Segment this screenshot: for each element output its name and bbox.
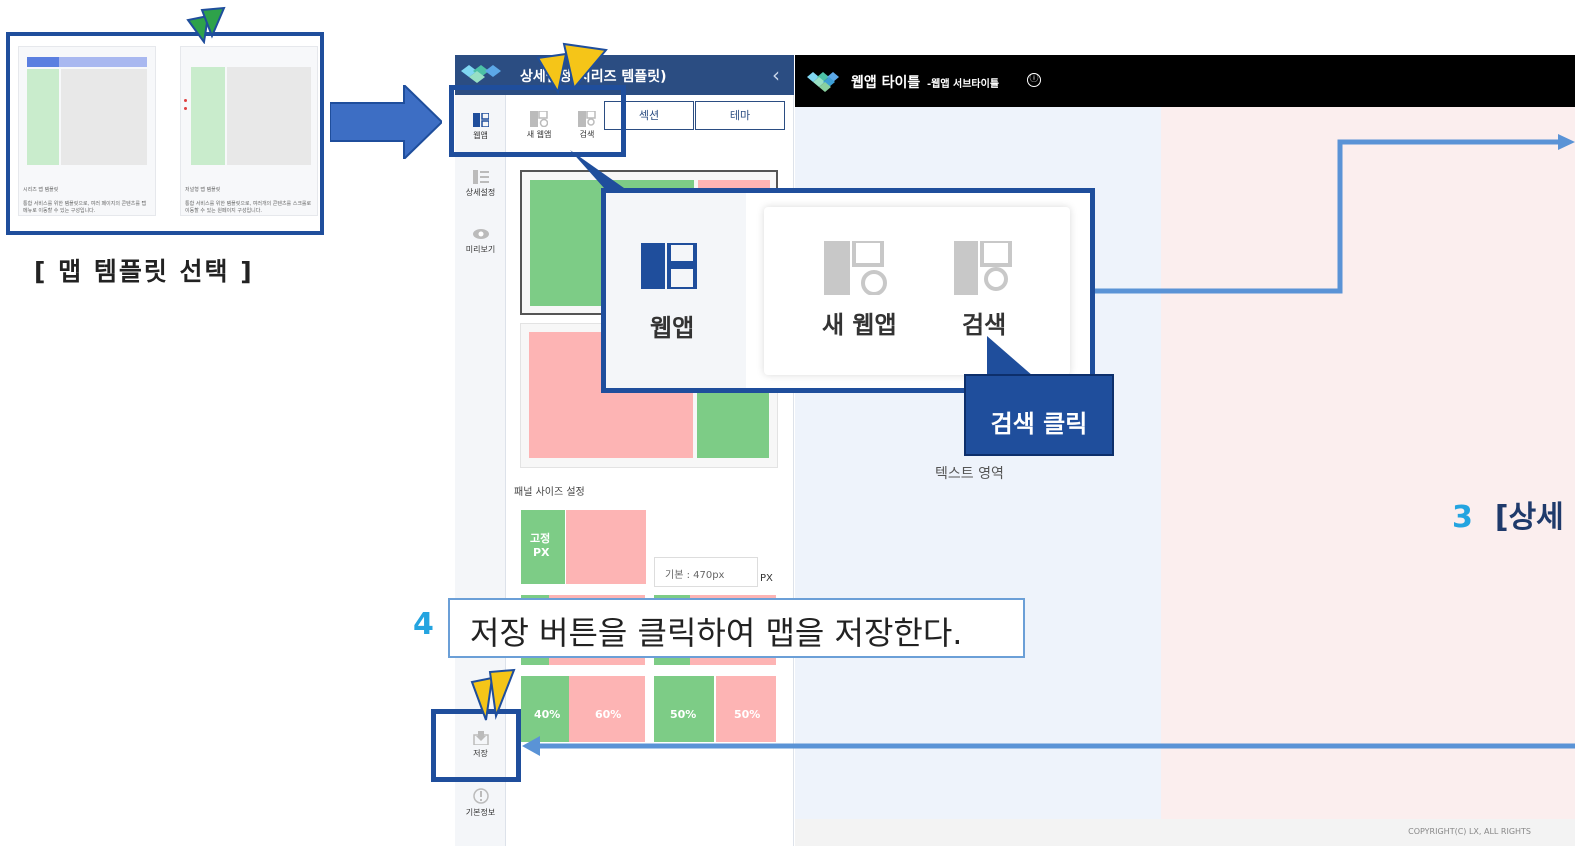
pointer-icon xyxy=(536,42,608,95)
new-webapp-icon xyxy=(824,241,887,295)
step-number: 4 xyxy=(413,607,434,642)
click-pointer-icon xyxy=(987,336,1033,376)
search-icon xyxy=(954,241,1012,295)
zoom-rail: 웹앱 xyxy=(606,193,746,388)
step-number: 3 xyxy=(1452,500,1473,535)
zoom-webapp-label: 웹앱 xyxy=(650,314,695,342)
step-instruction: 저장 버튼을 클릭하여 맵을 저장한다. xyxy=(448,598,1025,658)
zoom-search-label: 검색 xyxy=(962,311,1007,339)
step-title: [상세 xyxy=(1494,500,1564,535)
step-3-label: 3 [상세 xyxy=(1452,492,1564,536)
zoom-new-webapp-label: 새 웹앱 xyxy=(822,311,897,339)
connector-lines xyxy=(522,134,1575,756)
search-click-tag: 검색 클릭 xyxy=(964,374,1114,456)
pointer-icon xyxy=(470,668,516,721)
webapp-icon xyxy=(641,243,697,289)
